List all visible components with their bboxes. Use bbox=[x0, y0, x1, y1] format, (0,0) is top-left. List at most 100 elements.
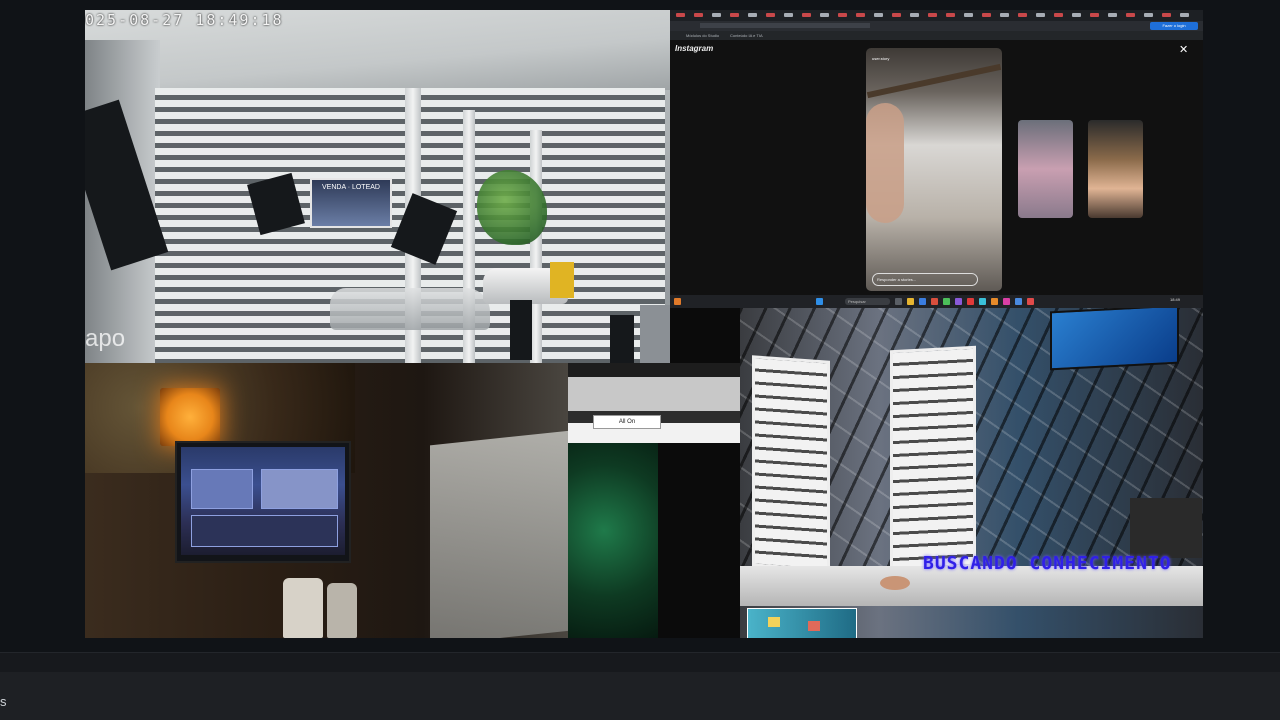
taskbar-app-icon[interactable] bbox=[943, 298, 950, 305]
taskbar-search[interactable]: Pesquisar bbox=[845, 298, 890, 305]
bookmark-item[interactable]: Conteúdo IA e TIA bbox=[730, 33, 763, 38]
browser-tab[interactable] bbox=[946, 13, 955, 17]
stream-viewport: VENDA · LOTEAD 025-08-27 18:49:18 apo Fa… bbox=[85, 10, 1203, 638]
browser-tab[interactable] bbox=[1018, 13, 1027, 17]
story-hand bbox=[866, 103, 904, 223]
taskbar-app-icon[interactable] bbox=[955, 298, 962, 305]
stream-overlay-text: BUSCANDO CONHECIMENTO bbox=[923, 553, 1172, 574]
folder-icon[interactable] bbox=[907, 298, 914, 305]
monitor-screen bbox=[181, 447, 345, 555]
browser-tab[interactable] bbox=[802, 13, 811, 17]
stool bbox=[880, 576, 910, 590]
taskbar-app-icon[interactable] bbox=[979, 298, 986, 305]
story-reply-input[interactable]: Responder a stories... bbox=[872, 273, 978, 286]
desktop-capture-feed: Fazer o login Módulos do Studio Conteúdo… bbox=[670, 10, 1203, 308]
instagram-story-viewer: Instagram ✕ user.story Responder a stori… bbox=[670, 40, 1203, 295]
browser-tab[interactable] bbox=[1072, 13, 1081, 17]
browser-tab[interactable] bbox=[1144, 13, 1153, 17]
bottle bbox=[283, 578, 323, 638]
browser-tab[interactable] bbox=[1000, 13, 1009, 17]
camera-brand-watermark: apo bbox=[85, 325, 126, 352]
louvered-door bbox=[752, 355, 830, 572]
bookmark-item[interactable]: Módulos do Studio bbox=[686, 33, 719, 38]
monitor bbox=[175, 441, 351, 563]
parked-car bbox=[330, 288, 490, 330]
url-field[interactable] bbox=[700, 23, 870, 28]
taskbar-app-icon[interactable] bbox=[991, 298, 998, 305]
browser-tab[interactable] bbox=[712, 13, 721, 17]
plant-stand bbox=[510, 300, 532, 360]
browser-tab[interactable] bbox=[694, 13, 703, 17]
browser-tab[interactable] bbox=[1180, 13, 1189, 17]
browser-tab[interactable] bbox=[1054, 13, 1063, 17]
active-story[interactable]: user.story Responder a stories... bbox=[866, 48, 1002, 291]
browser-tab[interactable] bbox=[982, 13, 991, 17]
address-bar: Fazer o login bbox=[670, 21, 1203, 31]
taskbar-clock[interactable]: 18:49 bbox=[1170, 297, 1180, 302]
camera-green-feed bbox=[568, 443, 658, 638]
taskbar-app-icon[interactable] bbox=[1003, 298, 1010, 305]
sign-text: VENDA · LOTEAD bbox=[322, 184, 380, 191]
camera-graffiti-room-feed: BUSCANDO CONHECIMENTO bbox=[740, 308, 1203, 638]
camera-room-dark-feed bbox=[85, 363, 568, 638]
player-controls-bar bbox=[0, 652, 1280, 673]
picture-in-picture-thumbnail[interactable] bbox=[747, 608, 857, 638]
browser-tab[interactable] bbox=[856, 13, 865, 17]
bottle bbox=[327, 583, 357, 638]
camera-storefront-feed: VENDA · LOTEAD 025-08-27 18:49:18 apo bbox=[85, 10, 670, 363]
all-on-button[interactable]: All On bbox=[593, 415, 661, 429]
bottom-panel-label: s bbox=[0, 694, 7, 709]
taskbar-app-icon[interactable] bbox=[1015, 298, 1022, 305]
camera-timestamp: 025-08-27 18:49:18 bbox=[85, 11, 284, 29]
browser-tab[interactable] bbox=[1162, 13, 1171, 17]
browser-tab[interactable] bbox=[1126, 13, 1135, 17]
taskbar-app-icon[interactable] bbox=[895, 298, 902, 305]
popup-titlebar bbox=[568, 363, 740, 377]
lamp bbox=[160, 388, 220, 446]
shelf bbox=[1130, 498, 1202, 558]
tv-screen bbox=[1050, 308, 1179, 371]
next-story-thumbnail[interactable] bbox=[1018, 120, 1073, 218]
browser-tab[interactable] bbox=[676, 13, 685, 17]
browser-tab[interactable] bbox=[784, 13, 793, 17]
browser-tab[interactable] bbox=[1036, 13, 1045, 17]
taskbar-app-icon[interactable] bbox=[931, 298, 938, 305]
screen-window bbox=[191, 469, 253, 509]
browser-tab[interactable] bbox=[820, 13, 829, 17]
screen-window bbox=[261, 469, 338, 509]
story-beam bbox=[866, 63, 1002, 99]
browser-tab[interactable] bbox=[892, 13, 901, 17]
browser-tab[interactable] bbox=[766, 13, 775, 17]
taskbar-app-icon[interactable] bbox=[967, 298, 974, 305]
street-sign: VENDA · LOTEAD bbox=[310, 178, 392, 228]
taskbar-app-icon[interactable] bbox=[1027, 298, 1034, 305]
screen-window bbox=[191, 515, 338, 547]
bottom-panel bbox=[0, 672, 1280, 720]
popup-body bbox=[568, 377, 740, 411]
bookmarks-bar: Módulos do Studio Conteúdo IA e TIA bbox=[670, 31, 1203, 40]
browser-tab[interactable] bbox=[910, 13, 919, 17]
browser-tab[interactable] bbox=[964, 13, 973, 17]
start-icon[interactable] bbox=[816, 298, 823, 305]
browser-tab[interactable] bbox=[730, 13, 739, 17]
story-username[interactable]: user.story bbox=[872, 56, 889, 61]
next-story-thumbnail[interactable] bbox=[1088, 120, 1143, 218]
browser-tab[interactable] bbox=[1090, 13, 1099, 17]
browser-tab[interactable] bbox=[1108, 13, 1117, 17]
close-icon[interactable]: ✕ bbox=[1179, 43, 1188, 56]
browser-tab[interactable] bbox=[874, 13, 883, 17]
browser-tab-bar bbox=[670, 10, 1203, 21]
login-button[interactable]: Fazer o login bbox=[1150, 22, 1198, 30]
popup-dialog: All On bbox=[568, 363, 740, 443]
windows-taskbar: Pesquisar 18:49 bbox=[670, 295, 1203, 308]
right-strip bbox=[640, 305, 670, 363]
post bbox=[610, 315, 634, 363]
browser-tab[interactable] bbox=[748, 13, 757, 17]
browser-tab[interactable] bbox=[838, 13, 847, 17]
instagram-logo[interactable]: Instagram bbox=[675, 44, 713, 53]
weather-icon[interactable] bbox=[674, 298, 681, 305]
taskbar-app-icon[interactable] bbox=[919, 298, 926, 305]
yellow-box bbox=[550, 262, 574, 298]
whiteboard bbox=[430, 430, 568, 638]
browser-tab[interactable] bbox=[928, 13, 937, 17]
